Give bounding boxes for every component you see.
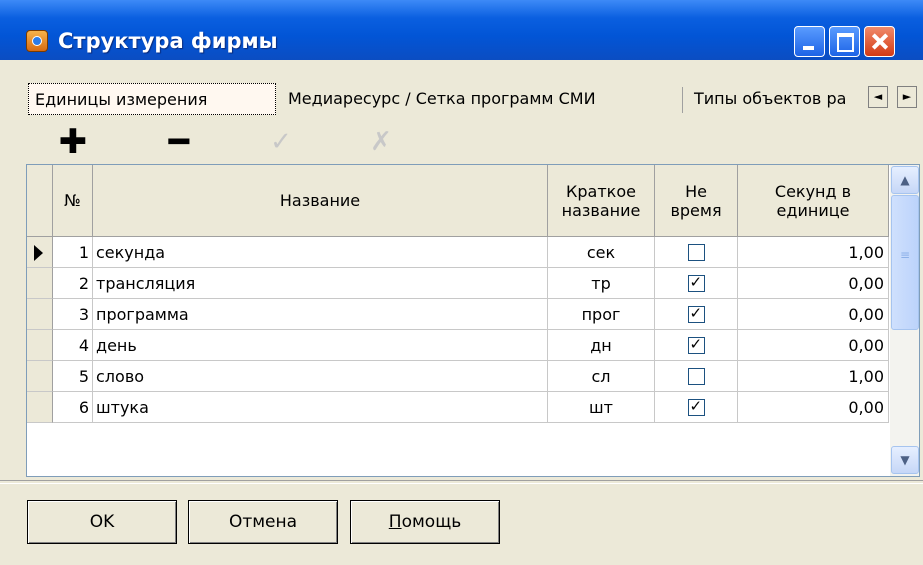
header-indicator: [27, 165, 53, 237]
header-seconds[interactable]: Секунд в единице: [738, 165, 889, 237]
not-time-checkbox[interactable]: [687, 334, 705, 354]
row-indicator: [27, 268, 53, 299]
tab-scroll-left-icon[interactable]: ◄: [868, 86, 888, 108]
cell-short-name[interactable]: сл: [548, 361, 655, 392]
header-not-time[interactable]: Не время: [655, 165, 738, 237]
row-indicator: [27, 330, 53, 361]
cell-name[interactable]: программа: [93, 299, 548, 330]
toolbar: ✚ ━ ✓ ✗: [26, 120, 923, 164]
cell-seconds[interactable]: 0,00: [738, 268, 889, 299]
cell-seconds[interactable]: 0,00: [738, 330, 889, 361]
confirm-icon[interactable]: ✓: [256, 120, 306, 164]
table-row[interactable]: 2трансляциятр 0,00: [27, 268, 889, 299]
cell-name[interactable]: слово: [93, 361, 548, 392]
table-row[interactable]: 6штукашт 0,00: [27, 392, 889, 423]
cell-seconds[interactable]: 1,00: [738, 361, 889, 392]
cell-seconds[interactable]: 0,00: [738, 299, 889, 330]
window-title: Структура фирмы: [58, 29, 278, 53]
cell-name[interactable]: трансляция: [93, 268, 548, 299]
maximize-icon[interactable]: [829, 26, 860, 57]
cell-not-time[interactable]: [655, 330, 738, 361]
cell-num[interactable]: 5: [53, 361, 93, 392]
remove-icon[interactable]: ━: [154, 120, 204, 164]
app-icon[interactable]: [26, 30, 48, 52]
cell-not-time[interactable]: [655, 361, 738, 392]
cell-short-name[interactable]: сек: [548, 237, 655, 268]
tab-divider: [682, 87, 683, 113]
help-button[interactable]: Помощь: [350, 500, 500, 544]
tab-scroll-right-icon[interactable]: ►: [897, 86, 917, 108]
cell-not-time[interactable]: [655, 299, 738, 330]
not-time-checkbox[interactable]: [687, 396, 705, 416]
grid-header: № Название Краткое название Не время Сек…: [27, 165, 889, 237]
scroll-down-icon[interactable]: ▼: [891, 446, 919, 474]
table-row[interactable]: 5 слово сл 1,00: [27, 361, 889, 392]
cell-not-time[interactable]: [655, 237, 738, 268]
scroll-thumb[interactable]: [891, 195, 919, 330]
help-accesskey: П: [388, 512, 402, 532]
ok-button[interactable]: OK: [27, 500, 177, 544]
cell-short-name[interactable]: дн: [548, 330, 655, 361]
cell-num[interactable]: 2: [53, 268, 93, 299]
cell-seconds[interactable]: 0,00: [738, 392, 889, 423]
table-row[interactable]: 4деньдн 0,00: [27, 330, 889, 361]
cell-num[interactable]: 3: [53, 299, 93, 330]
row-indicator: [27, 361, 53, 392]
cell-num[interactable]: 4: [53, 330, 93, 361]
cancel-button[interactable]: Отмена: [188, 500, 338, 544]
cell-name[interactable]: секунда: [93, 237, 548, 268]
header-num[interactable]: №: [53, 165, 93, 237]
row-indicator: [27, 237, 53, 268]
cell-not-time[interactable]: [655, 392, 738, 423]
table-row[interactable]: 3программапрог 0,00: [27, 299, 889, 330]
units-grid[interactable]: № Название Краткое название Не время Сек…: [26, 164, 920, 477]
header-short-name[interactable]: Краткое название: [548, 165, 655, 237]
dialog-window: Структура фирмы Единицы измерения Медиар…: [0, 0, 923, 565]
title-bar[interactable]: Структура фирмы: [0, 0, 923, 60]
vertical-scrollbar[interactable]: ▲ ▼: [889, 165, 919, 476]
cell-name[interactable]: день: [93, 330, 548, 361]
cell-seconds[interactable]: 1,00: [738, 237, 889, 268]
close-icon[interactable]: [864, 26, 895, 57]
not-time-checkbox[interactable]: [687, 303, 705, 323]
row-indicator: [27, 299, 53, 330]
cell-name[interactable]: штука: [93, 392, 548, 423]
not-time-checkbox[interactable]: [687, 272, 705, 292]
help-label: омощь: [401, 512, 462, 532]
footer-divider: [0, 480, 923, 484]
current-row-arrow-icon: [34, 245, 43, 261]
cell-short-name[interactable]: прог: [548, 299, 655, 330]
cancel-edit-icon[interactable]: ✗: [356, 120, 406, 164]
cell-short-name[interactable]: шт: [548, 392, 655, 423]
tab-strip: Единицы измерения Медиаресурс / Сетка пр…: [20, 83, 923, 117]
tab-media-resource[interactable]: Медиаресурс / Сетка программ СМИ: [282, 83, 680, 115]
not-time-checkbox[interactable]: [687, 367, 705, 385]
not-time-checkbox[interactable]: [687, 243, 705, 261]
header-name[interactable]: Название: [93, 165, 548, 237]
table-row[interactable]: 1 секунда сек 1,00: [27, 237, 889, 268]
cell-not-time[interactable]: [655, 268, 738, 299]
cell-num[interactable]: 6: [53, 392, 93, 423]
cell-num[interactable]: 1: [53, 237, 93, 268]
cell-short-name[interactable]: тр: [548, 268, 655, 299]
row-indicator: [27, 392, 53, 423]
scroll-up-icon[interactable]: ▲: [891, 166, 919, 194]
tab-units[interactable]: Единицы измерения: [28, 83, 276, 115]
add-icon[interactable]: ✚: [48, 120, 98, 164]
minimize-icon[interactable]: [794, 26, 825, 57]
